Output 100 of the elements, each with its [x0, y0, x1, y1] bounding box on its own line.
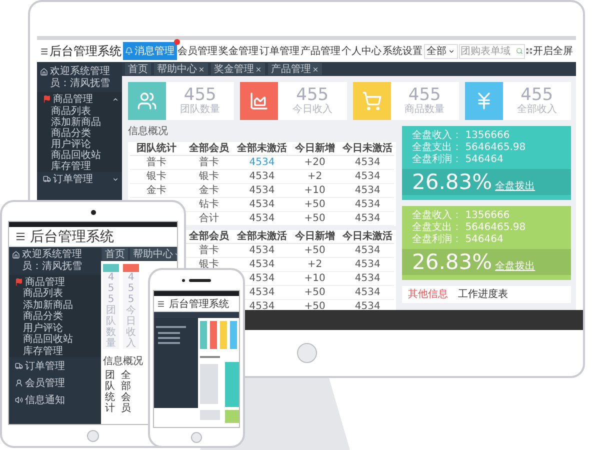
sidebar-item[interactable]: 商品分类 — [37, 128, 122, 139]
notification-badge — [174, 39, 180, 45]
menu-icon[interactable] — [15, 231, 26, 242]
nav-link[interactable]: 奖金管理 — [218, 44, 259, 58]
sidebar-group[interactable]: 订单管理 — [37, 172, 122, 186]
close-icon[interactable] — [255, 66, 262, 72]
close-icon[interactable] — [312, 66, 319, 72]
welcome-text: 欢迎系统管理员：清风抚雪 — [22, 249, 83, 273]
page-tab[interactable]: 帮助中心 — [154, 63, 208, 75]
column-header: 今日未激活 — [341, 230, 394, 244]
section-title: 信息概况 — [128, 126, 169, 138]
message-button[interactable]: 消息管理 — [122, 42, 177, 60]
cart-icon — [362, 91, 382, 111]
truck-icon — [43, 175, 51, 183]
chevron-up-icon — [112, 96, 119, 102]
sidebar-item[interactable]: 用户评论 — [37, 139, 122, 150]
column-header: 今日新增 — [288, 230, 342, 244]
stat-value: 455 — [520, 86, 554, 104]
summary-line: 全盘支出： 5646465.98 — [411, 142, 527, 154]
stat-value: 455 — [296, 86, 329, 104]
nav-link[interactable]: 个人中心 — [342, 44, 382, 58]
page-tab[interactable]: 首页 — [125, 63, 151, 75]
home-icon — [12, 251, 20, 259]
sidebar-item[interactable]: 库存管理 — [9, 346, 101, 357]
stat-label: 今日收入 — [292, 104, 332, 116]
sidebar-item[interactable]: 库存管理 — [37, 161, 122, 172]
table-cell: 银卡 — [130, 170, 183, 184]
close-icon[interactable] — [198, 66, 205, 72]
table-cell: +10 — [288, 184, 342, 198]
table-cell: +50 — [288, 244, 342, 258]
sidebar-item[interactable]: 用户评论 — [9, 322, 101, 334]
sidebar-item[interactable]: 商品回收站 — [37, 150, 122, 161]
percent-value: 26.83% — [412, 249, 492, 275]
table-cell: 4534 — [341, 170, 394, 184]
nav-link[interactable]: 产品管理 — [300, 44, 341, 58]
scope-select[interactable]: 全部 — [424, 44, 458, 58]
percent-caption: 全盘拨出 — [495, 180, 536, 193]
speaker-icon — [15, 396, 23, 404]
table-cell: 银卡 — [182, 170, 236, 184]
search-field[interactable]: 团购表单域 — [458, 44, 525, 58]
page-tab[interactable]: 帮助中心 — [130, 248, 177, 260]
speaker-icon — [189, 278, 211, 282]
camera-icon — [182, 278, 185, 282]
fullscreen-icon[interactable] — [526, 47, 532, 55]
users-icon — [137, 91, 157, 111]
sidebar-group[interactable]: 信息通知 — [9, 391, 101, 408]
section-title: 信息概况 — [102, 354, 144, 369]
welcome-text: 欢迎系统管理员：清风抚雪 — [50, 66, 111, 90]
table-cell: 4534 — [236, 184, 288, 198]
column-header: 全部会员 — [121, 370, 131, 414]
column-header: 全部会员 — [182, 142, 236, 156]
home-icon — [40, 68, 48, 76]
table-cell: 4534 — [236, 198, 288, 212]
summary-line: 全盘利润： 546464 — [411, 154, 504, 166]
sidebar-item[interactable]: 商品回收站 — [9, 334, 101, 346]
fullscreen-link[interactable]: 开启全屏 — [533, 44, 573, 58]
percent-caption: 全盘拨出 — [495, 260, 536, 273]
table-cell: +50 — [288, 198, 342, 212]
truck-icon — [15, 362, 23, 370]
sidebar-item[interactable]: 添加新商品 — [37, 117, 122, 128]
table-cell: 4534 — [236, 244, 288, 258]
page-tab[interactable]: 首页 — [102, 248, 128, 260]
table-cell: 4534 — [341, 272, 394, 286]
stat-value: 455 — [126, 272, 136, 305]
app-title: 后台管理系统 — [50, 42, 122, 60]
column-header: 团队统计 — [105, 370, 115, 414]
info-tab[interactable]: 其他信息 — [408, 288, 448, 301]
nav-link[interactable]: 会员管理 — [178, 44, 218, 58]
table-cell: 4534 — [341, 212, 394, 226]
sidebar-group[interactable]: 商品管理 — [37, 92, 122, 106]
page-tab[interactable]: 产品管理 — [268, 63, 322, 75]
nav-link[interactable]: 系统设置 — [382, 44, 423, 58]
column-header: 今日新增 — [288, 142, 342, 156]
sidebar-group[interactable]: 会员管理 — [9, 374, 101, 391]
table-cell: +20 — [288, 156, 342, 170]
area-chart-icon — [249, 91, 270, 111]
table-cell: 普卡 — [182, 156, 236, 170]
page-tab[interactable]: 奖金管理 — [211, 63, 265, 75]
menu-icon[interactable] — [40, 46, 49, 56]
column-header: 今日未激活 — [341, 142, 394, 156]
table-cell: 4534 — [341, 184, 394, 198]
sidebar-item[interactable]: 商品列表 — [9, 288, 101, 300]
app-title: 后台管理系统 — [169, 298, 229, 310]
menu-icon[interactable] — [157, 300, 165, 308]
table-cell: 金卡 — [182, 184, 236, 198]
table-cell: 普卡 — [130, 156, 183, 170]
table-cell: 4534 — [236, 170, 288, 184]
sidebar-item[interactable]: 商品分类 — [9, 311, 101, 322]
sidebar-item[interactable]: 添加新商品 — [9, 300, 101, 311]
sidebar-group[interactable]: 商品管理 — [9, 275, 101, 288]
table-cell: 4534 — [341, 156, 394, 170]
caret-icon — [448, 48, 455, 54]
summary-line: 全盘收入： 1356666 — [411, 210, 511, 222]
stat-label: 全部收入 — [516, 104, 557, 116]
stat-value: 455 — [106, 272, 116, 305]
sidebar-group[interactable]: 订单管理 — [9, 357, 101, 374]
nav-link[interactable]: 订单管理 — [260, 44, 300, 58]
sidebar-item[interactable]: 商品列表 — [37, 106, 122, 117]
info-tab[interactable]: 工作进度表 — [458, 288, 508, 301]
table-cell: 4534 — [341, 258, 394, 272]
